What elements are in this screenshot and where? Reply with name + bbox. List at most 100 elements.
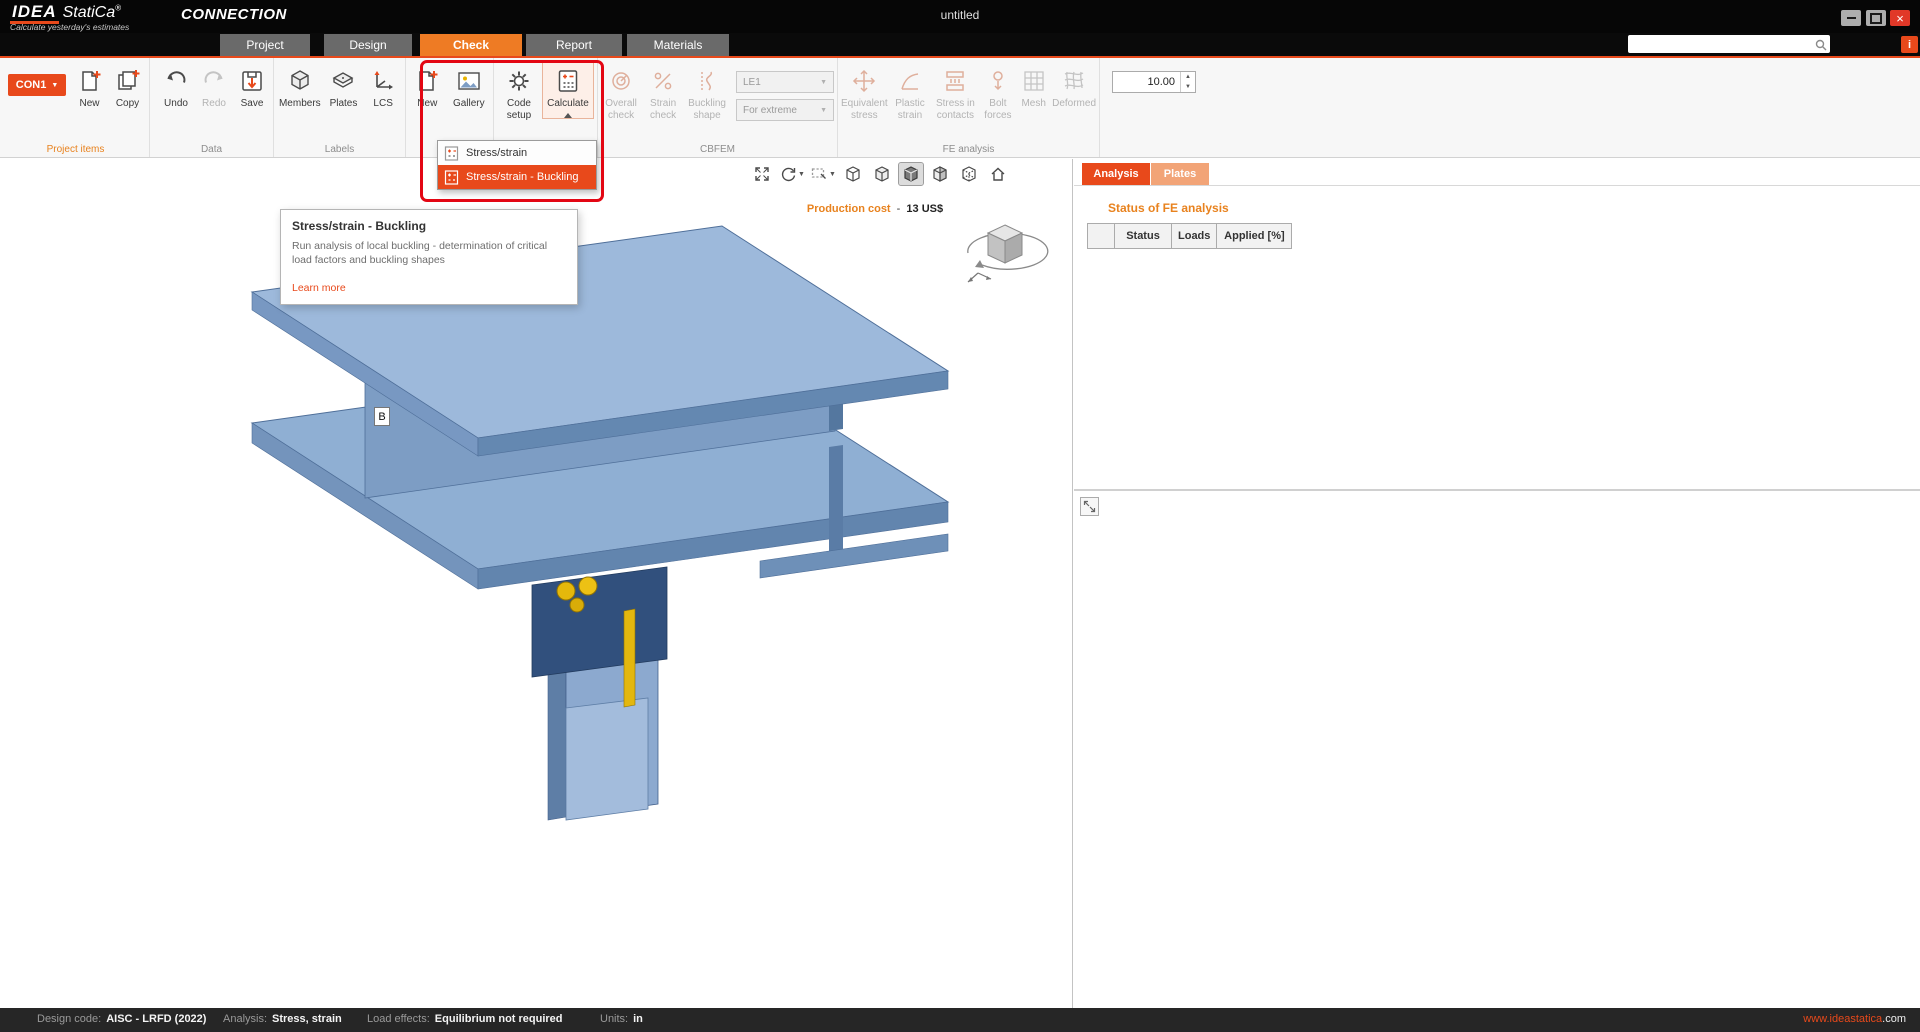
button-label: New	[80, 98, 100, 110]
transparent-cube-icon	[960, 165, 978, 183]
maximize-button[interactable]	[1866, 10, 1886, 26]
panel-splitter[interactable]	[1074, 489, 1920, 491]
home-view-button[interactable]	[986, 163, 1010, 185]
fe-analysis-table: Status Loads Applied [%]	[1087, 223, 1292, 249]
chevron-down-icon: ▼	[820, 107, 827, 114]
redo-button: Redo	[196, 62, 232, 110]
deformed-scale-spinner[interactable]: 10.00 ▲ ▼	[1112, 71, 1196, 93]
extreme-select: For extreme▼	[736, 99, 834, 121]
button-label: Save	[241, 98, 264, 110]
button-label: Buckling shape	[685, 98, 729, 121]
copy-project-item-button[interactable]: Copy	[109, 62, 146, 110]
button-label: Redo	[202, 98, 226, 110]
calculator-icon	[444, 170, 459, 185]
selection-tool-button[interactable]: ▼	[810, 163, 836, 185]
website-link[interactable]: www.ideastatica.com	[1803, 1013, 1906, 1025]
deformed-grid-icon	[1061, 66, 1087, 96]
save-button[interactable]: Save	[234, 62, 270, 110]
tab-materials[interactable]: Materials	[627, 34, 729, 56]
gallery-picture-icon	[456, 66, 482, 96]
spinner-up-icon[interactable]: ▲	[1181, 72, 1195, 82]
tab-check[interactable]: Check	[420, 34, 522, 56]
tab-design[interactable]: Design	[324, 34, 412, 56]
tab-analysis[interactable]: Analysis	[1082, 163, 1150, 185]
navigation-cube[interactable]	[950, 203, 1060, 295]
group-label-cbfem: CBFEM	[598, 144, 837, 155]
website-suffix: .com	[1882, 1013, 1906, 1025]
gear-icon	[506, 66, 532, 96]
tab-report[interactable]: Report	[526, 34, 622, 56]
new-document-icon	[414, 66, 440, 96]
tooltip-description: Run analysis of local buckling - determi…	[292, 239, 566, 267]
new-project-item-button[interactable]: New	[72, 62, 107, 110]
members-button[interactable]: Members	[277, 62, 323, 110]
status-value: Stress, strain	[272, 1013, 342, 1025]
button-label: Equivalent stress	[841, 98, 888, 121]
view-wireframe-button[interactable]	[841, 163, 865, 185]
search-input[interactable]	[1628, 36, 1815, 54]
coordinate-axes-icon	[370, 66, 396, 96]
view-transparent-button[interactable]	[957, 163, 981, 185]
button-label: Calculate	[547, 98, 589, 110]
right-panel: Analysis Plates Status of FE analysis St…	[1074, 159, 1920, 1008]
chevron-down-icon: ▼	[820, 79, 827, 86]
rotate-view-button[interactable]: ▼	[779, 163, 805, 185]
overall-check-icon	[608, 66, 634, 96]
production-cost-value: 13 US$	[906, 203, 943, 215]
ribbon-group-labels: Members Plates LCS Labels	[274, 58, 406, 157]
button-label: Plastic strain	[890, 98, 931, 121]
tab-project[interactable]: Project	[220, 34, 310, 56]
undo-button[interactable]: Undo	[158, 62, 194, 110]
overall-check-button: Overall check	[601, 62, 641, 121]
equivalent-stress-icon	[851, 66, 877, 96]
status-label: Analysis:	[223, 1013, 267, 1025]
ribbon-group-project-items: CON1▼ New Copy Project items	[2, 58, 150, 157]
menu-item-stress-strain[interactable]: Stress/strain	[438, 141, 596, 165]
close-button[interactable]: ×	[1890, 10, 1910, 26]
gallery-button[interactable]: Gallery	[448, 62, 490, 110]
menu-item-label: Stress/strain	[466, 147, 527, 159]
section-cube-icon	[931, 165, 949, 183]
plates-button[interactable]: Plates	[325, 62, 363, 110]
shaded-cube-icon	[873, 165, 891, 183]
search-box[interactable]	[1628, 35, 1830, 53]
tab-plates[interactable]: Plates	[1151, 163, 1209, 185]
lcs-button[interactable]: LCS	[364, 62, 402, 110]
member-label-b[interactable]: B	[374, 407, 390, 426]
zoom-fit-button[interactable]	[750, 163, 774, 185]
chevron-down-icon[interactable]: ▼	[798, 171, 805, 178]
status-analysis: Analysis: Stress, strain	[223, 1013, 342, 1025]
minimize-button[interactable]	[1841, 10, 1861, 26]
ribbon-group-scale: 10.00 ▲ ▼	[1100, 58, 1210, 157]
info-button[interactable]: i	[1901, 36, 1918, 53]
minimize-icon	[1847, 17, 1856, 19]
button-label: LCS	[373, 98, 392, 110]
menu-item-label: Stress/strain - Buckling	[466, 171, 578, 183]
chevron-up-icon[interactable]	[564, 113, 572, 118]
stress-in-contacts-button: Stress in contacts	[932, 62, 978, 121]
button-label: Gallery	[453, 98, 485, 110]
status-value: Equilibrium not required	[435, 1013, 563, 1025]
learn-more-link[interactable]: Learn more	[292, 282, 566, 294]
calculate-button[interactable]: Calculate	[543, 62, 593, 118]
new-gallery-item-button[interactable]: New	[409, 62, 446, 110]
button-label: Plates	[330, 98, 358, 110]
expand-panel-button[interactable]	[1080, 497, 1099, 516]
ribbon-group-data: Undo Redo Save Data	[150, 58, 274, 157]
group-label-fe-analysis: FE analysis	[838, 144, 1099, 155]
code-setup-button[interactable]: Code setup	[497, 62, 541, 121]
view-shaded-button[interactable]	[870, 163, 894, 185]
ribbon: CON1▼ New Copy Project items Undo	[0, 58, 1920, 158]
close-icon: ×	[1896, 12, 1904, 25]
table-header-applied: Applied [%]	[1217, 224, 1292, 249]
chevron-down-icon[interactable]: ▼	[829, 171, 836, 178]
website-main: www.ideastatica	[1803, 1013, 1882, 1025]
view-section-button[interactable]	[928, 163, 952, 185]
view-solid-button[interactable]	[899, 163, 923, 185]
panel-divider	[1074, 185, 1920, 186]
spinner-down-icon[interactable]: ▼	[1181, 82, 1195, 92]
button-label: Stress in contacts	[932, 98, 978, 121]
menu-item-stress-strain-buckling[interactable]: Stress/strain - Buckling	[438, 165, 596, 189]
expand-arrows-icon	[1083, 500, 1096, 513]
table-header-empty	[1088, 224, 1115, 249]
